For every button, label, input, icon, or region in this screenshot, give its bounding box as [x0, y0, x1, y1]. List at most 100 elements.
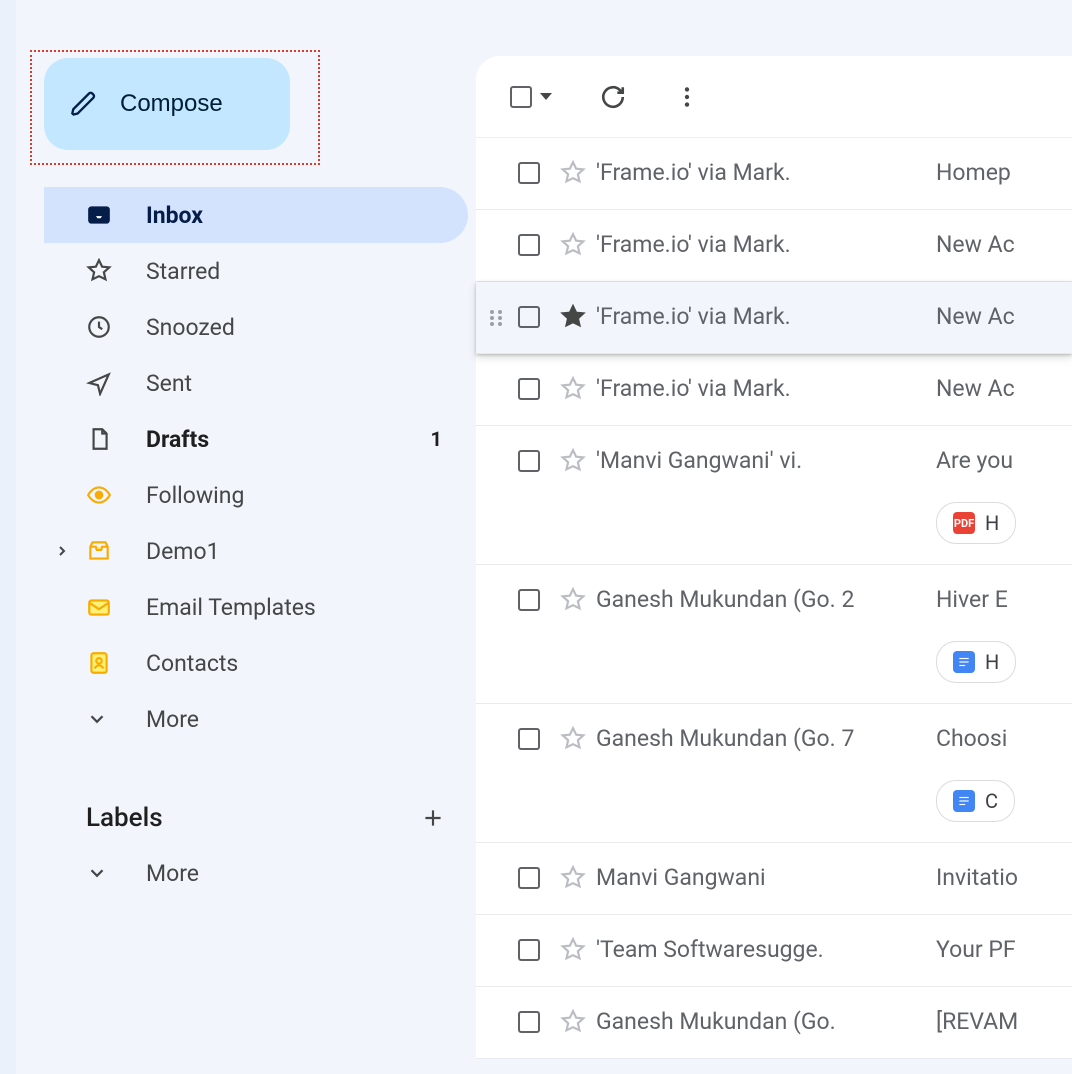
star-button[interactable]: [550, 863, 596, 891]
sidebar-item-label: Following: [146, 482, 244, 509]
add-label-button[interactable]: [420, 805, 446, 831]
email-list: 'Frame.io' via Mark. Homep 'Frame.io' vi…: [476, 138, 1072, 1059]
star-button[interactable]: [550, 374, 596, 402]
attachment-label: H: [985, 511, 999, 535]
sidebar-item-sent[interactable]: Sent: [44, 355, 468, 411]
sidebar-item-email-templates[interactable]: Email Templates: [44, 579, 468, 635]
email-sender: Ganesh Mukundan (Go.: [596, 1007, 936, 1035]
sidebar-nav: Inbox Starred Snoozed Sent Drafts 1 Following D…: [16, 187, 476, 747]
row-checkbox[interactable]: [508, 374, 550, 400]
clock-icon: [86, 314, 126, 340]
labels-section-header: Labels: [16, 803, 476, 833]
chevron-right-icon[interactable]: [54, 543, 70, 559]
checkbox-icon: [510, 86, 532, 108]
email-sender: 'Team Softwaresugge.: [596, 935, 936, 963]
star-button[interactable]: [550, 446, 596, 474]
sidebar-item-label: Starred: [146, 258, 220, 285]
drag-handle-icon[interactable]: [484, 302, 508, 330]
attachment-chip[interactable]: H: [936, 641, 1016, 683]
email-sender: 'Frame.io' via Mark.: [596, 230, 936, 258]
refresh-button[interactable]: [600, 84, 626, 110]
labels-title: Labels: [86, 803, 163, 833]
file-icon: [86, 426, 126, 452]
sidebar-item-contacts[interactable]: Contacts: [44, 635, 468, 691]
sidebar-item-label: Sent: [146, 370, 192, 397]
sidebar-item-label: More: [146, 706, 199, 733]
select-all-checkbox[interactable]: [510, 86, 552, 108]
compose-button[interactable]: Compose: [44, 58, 290, 150]
sidebar-item-drafts[interactable]: Drafts 1: [44, 411, 468, 467]
sidebar-item-snoozed[interactable]: Snoozed: [44, 299, 468, 355]
thread-count: 7: [841, 725, 854, 752]
row-checkbox[interactable]: [508, 1007, 550, 1033]
sidebar: Compose Inbox Starred Snoozed Sent Drafts 1 Fo…: [16, 0, 476, 901]
sidebar-item-label: Contacts: [146, 650, 238, 677]
star-button[interactable]: [550, 724, 596, 752]
email-row[interactable]: Ganesh Mukundan (Go. 2 Hiver E H: [476, 565, 1072, 704]
attachment-chip[interactable]: C: [936, 780, 1015, 822]
row-checkbox[interactable]: [508, 935, 550, 961]
attachment-label: C: [985, 789, 998, 813]
envelope-icon: [86, 594, 126, 620]
contacts-icon: [86, 650, 126, 676]
email-subject: [REVAM: [936, 1007, 1018, 1035]
sidebar-item-inbox[interactable]: Inbox: [44, 187, 468, 243]
eye-icon: [86, 482, 126, 508]
email-sender: 'Frame.io' via Mark.: [596, 158, 936, 186]
sidebar-item-following[interactable]: Following: [44, 467, 468, 523]
email-row[interactable]: 'Frame.io' via Mark. New Ac: [476, 282, 1072, 354]
pencil-icon: [70, 90, 98, 118]
labels-more-label: More: [146, 860, 199, 887]
sidebar-item-more[interactable]: More: [44, 691, 468, 747]
star-button[interactable]: [550, 585, 596, 613]
row-checkbox[interactable]: [508, 585, 550, 611]
email-row[interactable]: 'Team Softwaresugge. Your PF: [476, 915, 1072, 987]
email-sender: 'Frame.io' via Mark.: [596, 374, 936, 402]
email-subject: New Ac: [936, 302, 1015, 330]
row-checkbox[interactable]: [508, 158, 550, 184]
left-edge-strip: [0, 0, 16, 1074]
more-button[interactable]: [674, 84, 700, 110]
email-sender: Ganesh Mukundan (Go. 7: [596, 724, 936, 752]
email-row[interactable]: Ganesh Mukundan (Go. [REVAM: [476, 987, 1072, 1059]
email-row[interactable]: Manvi Gangwani Invitatio: [476, 843, 1072, 915]
attachment-chip[interactable]: PDFH: [936, 502, 1016, 544]
email-sender: Manvi Gangwani: [596, 863, 936, 891]
email-row[interactable]: 'Frame.io' via Mark. New Ac: [476, 354, 1072, 426]
sidebar-item-label: Demo1: [146, 538, 220, 565]
labels-more[interactable]: More: [44, 845, 468, 901]
email-sender: 'Frame.io' via Mark.: [596, 302, 936, 330]
caret-down-icon: [540, 93, 552, 100]
sidebar-item-label: Inbox: [146, 202, 203, 229]
email-subject: Your PF: [936, 935, 1016, 963]
email-subject: New Ac: [936, 374, 1015, 402]
star-button[interactable]: [550, 302, 596, 330]
row-checkbox[interactable]: [508, 863, 550, 889]
sidebar-item-label: Email Templates: [146, 594, 316, 621]
row-checkbox[interactable]: [508, 302, 550, 328]
star-button[interactable]: [550, 230, 596, 258]
row-checkbox[interactable]: [508, 446, 550, 472]
email-row[interactable]: 'Manvi Gangwani' vi. Are you PDFH: [476, 426, 1072, 565]
email-sender: Ganesh Mukundan (Go. 2: [596, 585, 936, 613]
email-subject: Hiver E: [936, 585, 1016, 613]
email-subject: Invitatio: [936, 863, 1018, 891]
email-subject: Are you: [936, 446, 1016, 474]
email-subject: Choosi: [936, 724, 1015, 752]
star-button[interactable]: [550, 1007, 596, 1035]
email-subject: Homep: [936, 158, 1011, 186]
doc-icon: [953, 651, 975, 673]
sidebar-item-label: Drafts: [146, 426, 209, 453]
row-checkbox[interactable]: [508, 724, 550, 750]
email-row[interactable]: Ganesh Mukundan (Go. 7 Choosi C: [476, 704, 1072, 843]
email-row[interactable]: 'Frame.io' via Mark. Homep: [476, 138, 1072, 210]
email-row[interactable]: 'Frame.io' via Mark. New Ac: [476, 210, 1072, 282]
sidebar-item-starred[interactable]: Starred: [44, 243, 468, 299]
chevron-down-icon: [86, 862, 126, 884]
row-checkbox[interactable]: [508, 230, 550, 256]
sidebar-item-count: 1: [431, 427, 442, 451]
star-button[interactable]: [550, 935, 596, 963]
sidebar-item-demo1[interactable]: Demo1: [44, 523, 468, 579]
chevron-down-icon: [86, 708, 126, 730]
star-button[interactable]: [550, 158, 596, 186]
